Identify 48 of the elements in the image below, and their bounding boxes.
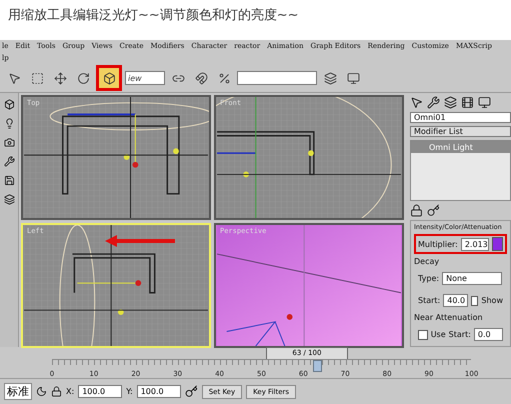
group-title: Decay bbox=[414, 257, 440, 266]
modifier-list-dropdown[interactable]: Modifier List bbox=[410, 126, 511, 138]
percent-icon[interactable] bbox=[218, 72, 230, 84]
decay-start-field[interactable]: 40.0 bbox=[443, 294, 468, 307]
rotate-icon[interactable] bbox=[76, 72, 90, 84]
layers-icon[interactable] bbox=[324, 72, 336, 84]
post-caption: 用缩放工具编辑泛光灯~~调节颜色和灯的亮度~~ bbox=[7, 7, 300, 25]
input-mode-label: 标准 bbox=[4, 383, 32, 400]
display-icon[interactable] bbox=[478, 96, 491, 110]
field-label: Y: bbox=[126, 387, 133, 396]
magnet-icon[interactable] bbox=[194, 72, 208, 84]
wrench-icon[interactable] bbox=[427, 96, 440, 110]
field-label: Start: bbox=[448, 330, 471, 339]
field-label: X: bbox=[66, 387, 74, 396]
scale-button[interactable] bbox=[96, 65, 122, 91]
reference-dropdown[interactable]: iew bbox=[125, 71, 165, 85]
checkbox[interactable] bbox=[470, 296, 478, 306]
pointer-icon[interactable] bbox=[8, 72, 20, 84]
checkbox-label: Show bbox=[481, 296, 503, 305]
dashed-square-icon[interactable] bbox=[30, 72, 44, 84]
selection-set-dropdown[interactable] bbox=[237, 71, 317, 85]
x-coordinate-field[interactable]: 100.0 bbox=[78, 385, 122, 398]
box-icon[interactable] bbox=[4, 99, 14, 110]
moon-icon[interactable] bbox=[36, 386, 47, 397]
y-coordinate-field[interactable]: 100.0 bbox=[136, 385, 181, 398]
layers-icon[interactable] bbox=[4, 194, 14, 205]
field-label: Type: bbox=[418, 274, 440, 283]
pointer-icon[interactable] bbox=[410, 96, 423, 110]
decay-type-dropdown[interactable]: None bbox=[442, 272, 502, 285]
field-label: Multiplier: bbox=[418, 240, 458, 248]
object-name-field[interactable]: Omni01 bbox=[410, 112, 511, 124]
lock-icon[interactable] bbox=[51, 386, 62, 397]
checkbox-label: Use bbox=[430, 330, 446, 339]
save-icon[interactable] bbox=[4, 175, 14, 186]
camera-icon[interactable] bbox=[4, 137, 14, 148]
group-title: Near Attenuation bbox=[414, 313, 484, 322]
key-icon[interactable] bbox=[427, 204, 440, 217]
lightbulb-icon[interactable] bbox=[4, 118, 14, 129]
key-icon[interactable] bbox=[184, 385, 198, 398]
color-swatch[interactable] bbox=[492, 237, 503, 251]
field-label: Start: bbox=[418, 296, 440, 305]
near-start-field[interactable]: 0.0 bbox=[474, 328, 503, 341]
move-icon[interactable] bbox=[54, 72, 66, 84]
time-thumb[interactable] bbox=[312, 360, 322, 372]
monitor-icon[interactable] bbox=[346, 72, 360, 84]
multiplier-field[interactable]: 2.013 bbox=[460, 238, 489, 250]
wrench-icon[interactable] bbox=[4, 156, 14, 167]
checkbox[interactable] bbox=[418, 330, 428, 340]
